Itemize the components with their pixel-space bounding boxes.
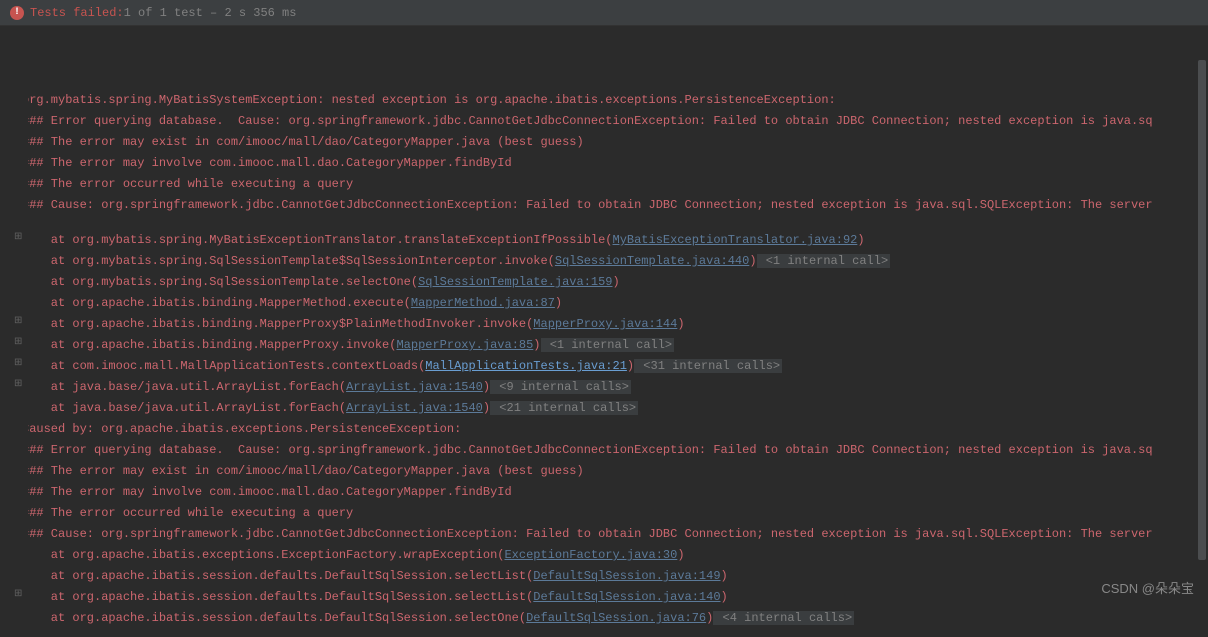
console-line: ### Error querying database. Cause: org.… xyxy=(22,111,1208,132)
source-link[interactable]: SqlSessionTemplate.java:440 xyxy=(555,254,749,268)
console-line: at org.apache.ibatis.binding.MapperProxy… xyxy=(22,335,1208,356)
internal-calls-badge[interactable]: <1 internal call> xyxy=(757,254,891,268)
vertical-scrollbar[interactable] xyxy=(1198,60,1206,560)
test-status-header: ! Tests failed: 1 of 1 test – 2 s 356 ms xyxy=(0,0,1208,26)
console-line: ### Error querying database. Cause: org.… xyxy=(22,440,1208,461)
console-line: Caused by: org.apache.ibatis.exceptions.… xyxy=(22,419,1208,440)
console-output[interactable]: ⊞ ⊞ ⊞ ⊞ ⊞ ⊞ org.mybatis.spring.MyBatisSystemE… xyxy=(0,26,1208,637)
expand-fold-icon[interactable]: ⊞ xyxy=(14,353,24,363)
expand-fold-icon[interactable]: ⊞ xyxy=(14,311,24,321)
source-link[interactable]: DefaultSqlSession.java:76 xyxy=(526,611,706,625)
tests-failed-label: Tests failed: xyxy=(30,6,124,20)
expand-fold-icon[interactable]: ⊞ xyxy=(14,584,24,594)
source-link[interactable]: MyBatisExceptionTranslator.java:92 xyxy=(613,233,858,247)
source-link[interactable]: ExceptionFactory.java:30 xyxy=(504,548,677,562)
console-line: at org.apache.ibatis.session.defaults.De… xyxy=(22,566,1208,587)
expand-fold-icon[interactable]: ⊞ xyxy=(14,227,24,237)
console-line: ### The error occurred while executing a… xyxy=(22,503,1208,524)
console-line: ### The error may involve com.imooc.mall… xyxy=(22,153,1208,174)
fold-gutter: ⊞ ⊞ ⊞ ⊞ ⊞ ⊞ xyxy=(0,26,28,637)
console-line: at org.apache.ibatis.exceptions.Exceptio… xyxy=(22,545,1208,566)
source-link[interactable]: DefaultSqlSession.java:140 xyxy=(533,590,720,604)
console-line: at org.mybatis.spring.MyBatisExceptionTr… xyxy=(22,230,1208,251)
source-link[interactable]: ArrayList.java:1540 xyxy=(346,380,483,394)
source-link[interactable]: MallApplicationTests.java:21 xyxy=(425,359,627,373)
internal-calls-badge[interactable]: <31 internal calls> xyxy=(634,359,782,373)
internal-calls-badge[interactable]: <21 internal calls> xyxy=(490,401,638,415)
internal-calls-badge[interactable]: <4 internal calls> xyxy=(713,611,854,625)
console-line: at org.apache.ibatis.session.defaults.De… xyxy=(22,608,1208,629)
console-line: ### The error may exist in com/imooc/mal… xyxy=(22,461,1208,482)
source-link[interactable]: DefaultSqlSession.java:149 xyxy=(533,569,720,583)
watermark-text: CSDN @朵朵宝 xyxy=(1101,578,1194,597)
internal-calls-badge[interactable]: <9 internal calls> xyxy=(490,380,631,394)
console-line: at com.imooc.mall.MallApplicationTests.c… xyxy=(22,356,1208,377)
source-link[interactable]: MapperMethod.java:87 xyxy=(411,296,555,310)
source-link[interactable]: ArrayList.java:1540 xyxy=(346,401,483,415)
source-link[interactable]: MapperProxy.java:144 xyxy=(533,317,677,331)
console-line: ### The error occurred while executing a… xyxy=(22,174,1208,195)
console-line: at java.base/java.util.ArrayList.forEach… xyxy=(22,398,1208,419)
console-line: ### Cause: org.springframework.jdbc.Cann… xyxy=(22,195,1208,216)
console-line: org.mybatis.spring.MyBatisSystemExceptio… xyxy=(22,90,1208,111)
console-line: at org.apache.ibatis.binding.MapperMetho… xyxy=(22,293,1208,314)
console-line xyxy=(22,216,1208,230)
console-line: ### The error may exist in com/imooc/mal… xyxy=(22,132,1208,153)
expand-fold-icon[interactable]: ⊞ xyxy=(14,374,24,384)
console-line: at org.mybatis.spring.SqlSessionTemplate… xyxy=(22,272,1208,293)
source-link[interactable]: SqlSessionTemplate.java:159 xyxy=(418,275,612,289)
console-line xyxy=(22,76,1208,90)
console-line: ### Cause: org.springframework.jdbc.Cann… xyxy=(22,524,1208,545)
console-line: at java.base/java.util.ArrayList.forEach… xyxy=(22,377,1208,398)
console-line: at org.apache.ibatis.binding.MapperProxy… xyxy=(22,314,1208,335)
error-icon: ! xyxy=(10,6,24,20)
expand-fold-icon[interactable]: ⊞ xyxy=(14,332,24,342)
tests-failed-detail: 1 of 1 test – 2 s 356 ms xyxy=(124,6,297,20)
console-line: at org.mybatis.spring.SqlSessionTemplate… xyxy=(22,251,1208,272)
console-line: ### The error may involve com.imooc.mall… xyxy=(22,482,1208,503)
internal-calls-badge[interactable]: <1 internal call> xyxy=(541,338,675,352)
source-link[interactable]: MapperProxy.java:85 xyxy=(396,338,533,352)
